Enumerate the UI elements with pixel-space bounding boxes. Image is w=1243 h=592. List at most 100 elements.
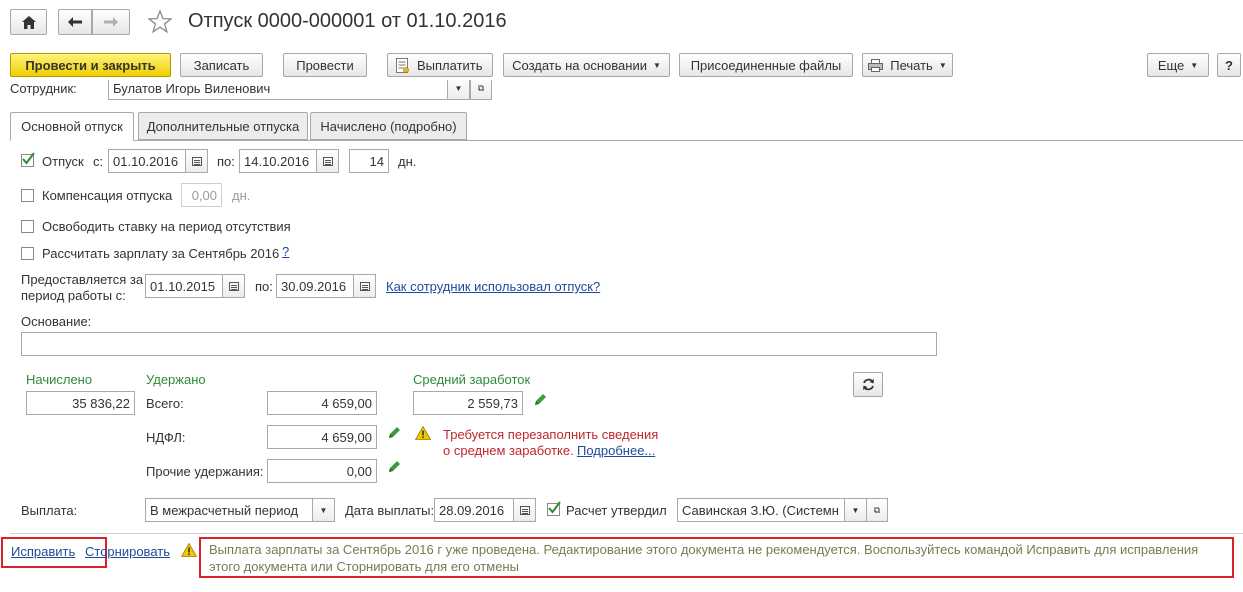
more-button[interactable]: Еще ▼ [1147, 53, 1209, 77]
reverse-link[interactable]: Сторнировать [85, 544, 170, 559]
calendar-icon [519, 505, 530, 515]
leave-label: Отпуск [42, 154, 84, 169]
period-label-line2: период работы с: [21, 288, 126, 303]
warning-text-line1: Требуется перезаполнить сведения [443, 427, 659, 442]
ndfl-field[interactable]: 4 659,00 [267, 425, 377, 449]
open-icon: ⧉ [873, 504, 881, 515]
avg-earnings-field[interactable]: 2 559,73 [413, 391, 523, 415]
approved-label: Расчет утвердил [566, 503, 667, 518]
calc-salary-label: Рассчитать зарплату за Сентябрь 2016 [42, 246, 280, 261]
more-label: Еще [1157, 57, 1185, 73]
compensation-checkbox[interactable] [21, 189, 34, 202]
pay-button[interactable]: Выплатить [387, 53, 493, 77]
withheld-label: Удержано [146, 372, 206, 387]
tab-accrued-detailed[interactable]: Начислено (подробно) [310, 112, 467, 140]
leave-to-calendar-button[interactable] [317, 149, 339, 173]
post-and-close-button[interactable]: Провести и закрыть [10, 53, 171, 77]
warning-text-line2: о среднем заработке. [443, 443, 574, 458]
calc-salary-checkbox[interactable] [21, 247, 34, 260]
favorite-star-icon[interactable] [147, 9, 173, 36]
leave-to-label: по: [217, 154, 235, 169]
approved-checkbox[interactable] [547, 501, 561, 516]
help-button[interactable]: ? [1217, 53, 1241, 77]
calc-salary-help-link[interactable]: ? [282, 244, 289, 259]
chevron-down-icon: ▼ [1190, 60, 1199, 70]
period-to-calendar-button[interactable] [354, 274, 376, 298]
payment-type-dropdown-button[interactable]: ▼ [313, 498, 335, 522]
period-from-date[interactable]: 01.10.2015 [145, 274, 223, 298]
accrued-label: Начислено [26, 372, 93, 387]
basis-label: Основание: [21, 314, 92, 329]
period-to-date[interactable]: 30.09.2016 [276, 274, 354, 298]
leave-to-date[interactable]: 14.10.2016 [239, 149, 317, 173]
back-button[interactable] [58, 9, 92, 35]
printer-icon [868, 58, 884, 72]
approved-by-dropdown-button[interactable]: ▼ [845, 498, 867, 522]
footer-separator [10, 533, 1243, 534]
free-rate-checkbox[interactable] [21, 220, 34, 233]
employee-open-button[interactable]: ⧉ [470, 80, 492, 100]
leave-from-calendar-button[interactable] [186, 149, 208, 173]
pencil-icon[interactable] [387, 460, 401, 474]
create-based-on-label: Создать на основании [512, 57, 647, 73]
approved-by-field[interactable]: Савинская З.Ю. (Системн [677, 498, 845, 522]
home-button[interactable] [10, 9, 47, 35]
chevron-down-icon: ▼ [319, 505, 328, 515]
create-based-on-button[interactable]: Создать на основании ▼ [503, 53, 670, 77]
forward-button[interactable] [92, 9, 130, 35]
avg-earnings-label: Средний заработок [413, 372, 531, 387]
payment-label: Выплата: [21, 503, 78, 518]
pencil-icon[interactable] [533, 393, 547, 407]
leave-checkbox[interactable] [21, 152, 35, 167]
ndfl-label: НДФЛ: [146, 430, 186, 445]
other-withholdings-field[interactable]: 0,00 [267, 459, 377, 483]
leave-days-unit: дн. [398, 154, 417, 169]
calendar-icon [322, 156, 333, 166]
warning-icon [415, 426, 431, 440]
home-icon [21, 15, 36, 29]
tab-main-leave[interactable]: Основной отпуск [10, 112, 134, 141]
attached-files-button[interactable]: Присоединенные файлы [679, 53, 853, 77]
warning-more-link[interactable]: Подробнее... [577, 443, 655, 458]
checkmark-icon [548, 501, 561, 514]
leave-days-field[interactable]: 14 [349, 149, 389, 173]
free-rate-label: Освободить ставку на период отсутствия [42, 219, 291, 234]
payment-date-calendar-button[interactable] [514, 498, 536, 522]
open-icon: ⧉ [477, 82, 485, 93]
tabs-baseline [10, 140, 1243, 141]
employee-dropdown-button[interactable]: ▼ [448, 80, 470, 100]
pencil-icon[interactable] [387, 426, 401, 440]
fix-link[interactable]: Исправить [11, 544, 75, 559]
post-button[interactable]: Провести [283, 53, 367, 77]
arrow-right-icon [104, 17, 118, 27]
employee-label: Сотрудник: [10, 81, 77, 96]
compensation-days-field[interactable]: 0,00 [181, 183, 222, 207]
checkmark-icon [22, 152, 35, 165]
payment-date-field[interactable]: 28.09.2016 [434, 498, 514, 522]
accrued-field[interactable]: 35 836,22 [26, 391, 135, 415]
compensation-days-unit: дн. [232, 188, 251, 203]
employee-field[interactable]: Булатов Игорь Виленович [108, 80, 448, 100]
leave-from-date[interactable]: 01.10.2016 [108, 149, 186, 173]
other-withholdings-label: Прочие удержания: [146, 464, 264, 479]
compensation-label: Компенсация отпуска [42, 188, 173, 203]
chevron-down-icon: ▼ [454, 83, 463, 93]
chevron-down-icon: ▼ [851, 505, 860, 515]
warning-icon [181, 543, 197, 557]
period-label-line1: Предоставляется за [21, 272, 144, 287]
withheld-total-label: Всего: [146, 396, 184, 411]
basis-field[interactable] [21, 332, 937, 356]
save-button[interactable]: Записать [180, 53, 263, 77]
leave-usage-link[interactable]: Как сотрудник использовал отпуск? [386, 279, 600, 294]
payment-type-field[interactable]: В межрасчетный период [145, 498, 313, 522]
print-button[interactable]: Печать ▼ [862, 53, 953, 77]
refresh-button[interactable] [853, 372, 883, 397]
tab-additional-leave[interactable]: Дополнительные отпуска [138, 112, 308, 140]
print-label: Печать [890, 57, 933, 73]
arrow-left-icon [68, 17, 82, 27]
approved-by-open-button[interactable]: ⧉ [866, 498, 888, 522]
calendar-icon [359, 281, 370, 291]
pay-button-label: Выплатить [417, 57, 483, 73]
withheld-total-field[interactable]: 4 659,00 [267, 391, 377, 415]
period-from-calendar-button[interactable] [223, 274, 245, 298]
